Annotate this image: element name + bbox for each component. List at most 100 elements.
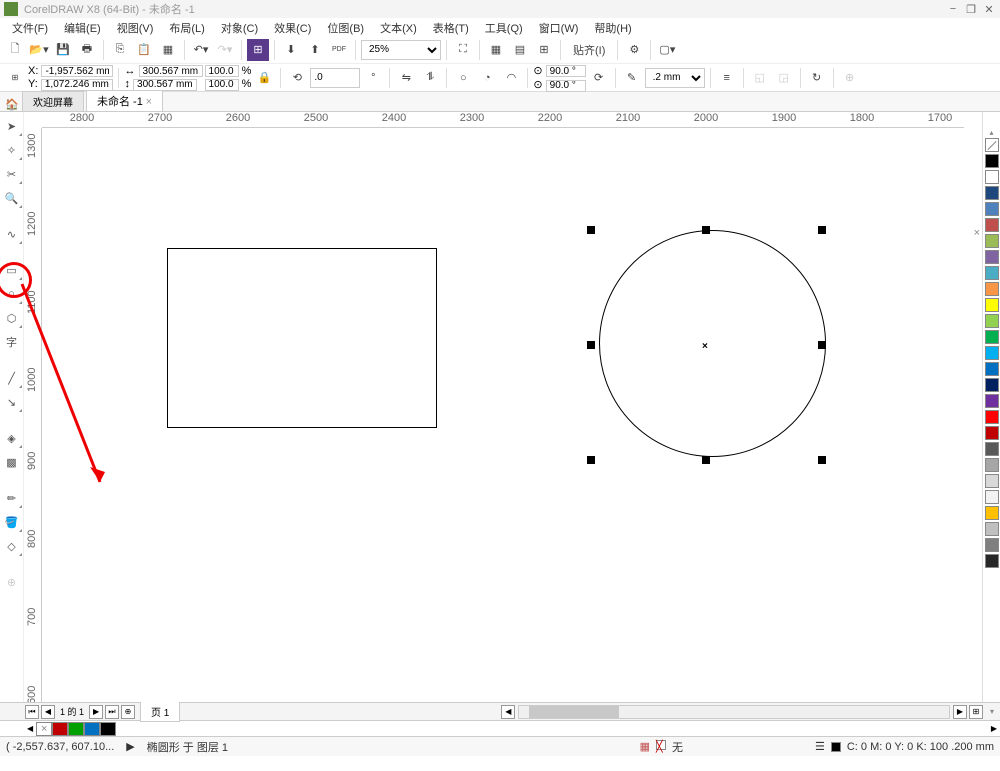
doc-color-swatch[interactable] xyxy=(68,722,84,736)
scaley-input[interactable] xyxy=(205,79,239,91)
lock-ratio-icon[interactable]: 🔒 xyxy=(253,67,275,89)
color-swatch[interactable] xyxy=(985,522,999,536)
menu-edit[interactable]: 编辑(E) xyxy=(56,18,109,36)
redo-icon[interactable]: ↷▾ xyxy=(214,39,236,61)
rectangle-shape[interactable] xyxy=(167,248,437,428)
tab-document[interactable]: 未命名 -1 × xyxy=(86,90,163,111)
menu-effects[interactable]: 效果(C) xyxy=(266,18,319,36)
color-swatch[interactable] xyxy=(985,362,999,376)
front-icon[interactable]: ◱ xyxy=(749,67,771,89)
undo-icon[interactable]: ↶▾ xyxy=(190,39,212,61)
doc-color-swatch[interactable] xyxy=(52,722,68,736)
page-last-icon[interactable]: ⏭ xyxy=(105,705,119,719)
direction-icon[interactable]: ⟳ xyxy=(588,67,610,89)
import-icon[interactable]: ⬇ xyxy=(280,39,302,61)
color-swatch[interactable] xyxy=(985,458,999,472)
color-swatch[interactable] xyxy=(985,378,999,392)
export-icon[interactable]: ⬆ xyxy=(304,39,326,61)
y-input[interactable] xyxy=(41,79,113,91)
height-input[interactable] xyxy=(133,79,197,91)
freehand-tool-icon[interactable]: ∿ xyxy=(1,223,23,245)
color-swatch[interactable] xyxy=(985,490,999,504)
x-input[interactable] xyxy=(41,65,113,77)
angle1-input[interactable] xyxy=(546,65,586,77)
selection-handle[interactable] xyxy=(587,226,595,234)
color-swatch[interactable] xyxy=(985,474,999,488)
selection-handle[interactable] xyxy=(818,226,826,234)
menu-table[interactable]: 表格(T) xyxy=(425,18,477,36)
color-swatch[interactable] xyxy=(985,282,999,296)
minimize-icon[interactable]: − xyxy=(946,3,960,15)
snap-grid-icon[interactable]: ⊞ xyxy=(533,39,555,61)
color-swatch[interactable] xyxy=(985,554,999,568)
scroll-right-icon[interactable]: ▶ xyxy=(953,705,967,719)
color-swatch[interactable] xyxy=(985,218,999,232)
menu-window[interactable]: 窗口(W) xyxy=(531,18,587,36)
wrap-icon[interactable]: ≡ xyxy=(716,67,738,89)
snap-button[interactable]: 贴齐(I) xyxy=(566,39,612,61)
copy-icon[interactable]: ⎘ xyxy=(109,39,131,61)
color-swatch[interactable] xyxy=(985,234,999,248)
menu-object[interactable]: 对象(C) xyxy=(213,18,266,36)
ellipse-shape[interactable] xyxy=(599,230,826,457)
outline-select[interactable]: .2 mm xyxy=(645,68,705,88)
close-icon[interactable]: ✕ xyxy=(982,3,996,15)
next-icon[interactable]: ▶ xyxy=(126,740,134,753)
outline-swatch-icon[interactable] xyxy=(831,742,841,752)
zoom-select[interactable]: 25% xyxy=(361,40,441,60)
clipboard-icon[interactable]: ▦ xyxy=(157,39,179,61)
page-prev-icon[interactable]: ◀ xyxy=(41,705,55,719)
color-swatch[interactable] xyxy=(985,138,999,152)
color-swatch[interactable] xyxy=(985,154,999,168)
mirror-v-icon[interactable]: ⥮ xyxy=(419,67,441,89)
menu-help[interactable]: 帮助(H) xyxy=(586,18,639,36)
doc-color-swatch[interactable] xyxy=(36,722,52,736)
scroll-left-icon[interactable]: ◀ xyxy=(501,705,515,719)
color-swatch[interactable] xyxy=(985,250,999,264)
convert-icon[interactable]: ↻ xyxy=(806,67,828,89)
color-swatch[interactable] xyxy=(985,410,999,424)
menu-view[interactable]: 视图(V) xyxy=(109,18,162,36)
options-icon[interactable]: ⚙ xyxy=(623,39,645,61)
fill-tool-icon[interactable]: 🪣 xyxy=(1,511,23,533)
navigator-icon[interactable]: ⊞ xyxy=(969,705,983,719)
fill-swatch-icon[interactable]: ╳ xyxy=(656,740,666,753)
outline-tool-icon[interactable]: ◇ xyxy=(1,535,23,557)
grid-icon[interactable]: ▦ xyxy=(485,39,507,61)
page-next-icon[interactable]: ▶ xyxy=(89,705,103,719)
home-icon[interactable]: 🏠 xyxy=(4,98,20,111)
colorbar-left-icon[interactable]: ◀ xyxy=(24,724,36,733)
color-swatch[interactable] xyxy=(985,170,999,184)
selection-handle[interactable] xyxy=(818,456,826,464)
zoom-tool-icon[interactable]: 🔍 xyxy=(1,187,23,209)
tab-welcome[interactable]: 欢迎屏幕 xyxy=(22,91,84,111)
pdf-icon[interactable]: PDF xyxy=(328,39,350,61)
selection-handle[interactable] xyxy=(818,341,826,349)
selection-handle[interactable] xyxy=(702,456,710,464)
color-swatch[interactable] xyxy=(985,346,999,360)
search-icon[interactable]: ⊞ xyxy=(247,39,269,61)
horizontal-scrollbar[interactable] xyxy=(518,705,950,719)
add-icon[interactable]: ⊕ xyxy=(839,67,861,89)
color-swatch[interactable] xyxy=(985,202,999,216)
canvas-close-icon[interactable]: × xyxy=(974,227,980,239)
doc-color-swatch[interactable] xyxy=(84,722,100,736)
color-swatch[interactable] xyxy=(985,298,999,312)
colorbar-right-icon[interactable]: ▶ xyxy=(988,724,1000,733)
menu-text[interactable]: 文本(X) xyxy=(372,18,425,36)
arc-icon[interactable]: ◠ xyxy=(500,67,522,89)
mirror-h-icon[interactable]: ⇋ xyxy=(395,67,417,89)
menu-tools[interactable]: 工具(Q) xyxy=(477,18,531,36)
page-first-icon[interactable]: ⏮ xyxy=(25,705,39,719)
print-icon[interactable]: 🖶 xyxy=(76,39,98,61)
selection-handle[interactable] xyxy=(587,456,595,464)
maximize-icon[interactable]: ❐ xyxy=(964,3,978,15)
close-tab-icon[interactable]: × xyxy=(146,96,152,108)
color-swatch[interactable] xyxy=(985,426,999,440)
origin-icon[interactable]: ⊞ xyxy=(4,67,26,89)
selection-center-icon[interactable]: × xyxy=(702,341,708,352)
color-swatch[interactable] xyxy=(985,442,999,456)
color-swatch[interactable] xyxy=(985,266,999,280)
scalex-input[interactable] xyxy=(205,65,239,77)
color-swatch[interactable] xyxy=(985,538,999,552)
